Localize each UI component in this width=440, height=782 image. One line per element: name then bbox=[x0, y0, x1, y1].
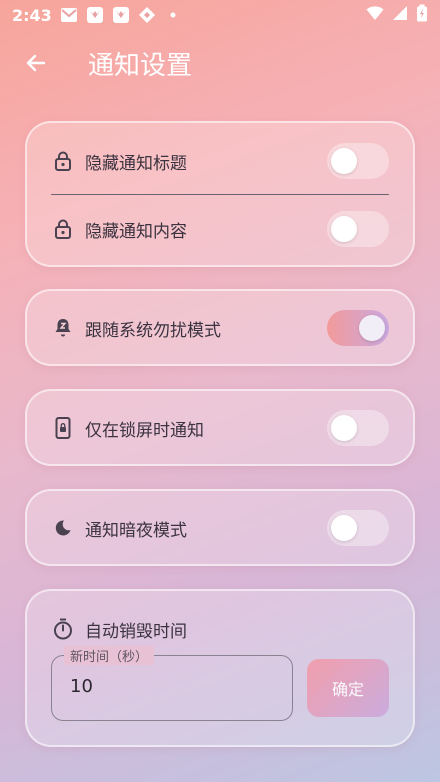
lock-screen-only-toggle[interactable] bbox=[327, 410, 389, 446]
setting-row-hide-content: 隐藏通知内容 bbox=[27, 207, 413, 251]
setting-label-night-mode: 通知暗夜模式 bbox=[85, 520, 187, 541]
bird-app-icon bbox=[86, 6, 104, 24]
auto-destroy-card: 自动销毁时间 新时间（秒） 确定 bbox=[25, 589, 415, 747]
hide-content-toggle[interactable] bbox=[327, 211, 389, 247]
status-bar: 2:43 bbox=[0, 0, 440, 30]
lock-icon bbox=[53, 151, 73, 171]
moon-icon bbox=[53, 518, 73, 538]
bird-app-icon-2 bbox=[112, 6, 130, 24]
battery-icon bbox=[416, 4, 428, 26]
privacy-card: 隐藏通知标题 隐藏通知内容 bbox=[25, 121, 415, 267]
setting-label-follow-dnd: 跟随系统勿扰模式 bbox=[85, 320, 221, 341]
setting-row-follow-dnd: 跟随系统勿扰模式 bbox=[27, 306, 413, 350]
hide-title-toggle[interactable] bbox=[327, 143, 389, 179]
mail-icon bbox=[60, 6, 78, 24]
wifi-icon bbox=[366, 5, 384, 25]
setting-row-hide-title: 隐藏通知标题 bbox=[27, 139, 413, 183]
destroy-time-field[interactable]: 新时间（秒） bbox=[51, 646, 293, 721]
confirm-button[interactable]: 确定 bbox=[307, 659, 389, 717]
night-mode-card: 通知暗夜模式 bbox=[25, 489, 415, 566]
dot-icon bbox=[164, 6, 182, 24]
status-time: 2:43 bbox=[12, 5, 52, 25]
setting-label-hide-title: 隐藏通知标题 bbox=[85, 153, 187, 174]
destroy-time-field-label: 新时间（秒） bbox=[64, 646, 155, 665]
divider bbox=[51, 194, 389, 195]
diamond-app-icon bbox=[138, 6, 156, 24]
setting-row-night-mode: 通知暗夜模式 bbox=[27, 506, 413, 550]
destroy-time-input[interactable] bbox=[70, 676, 270, 697]
bell-z-icon bbox=[53, 318, 73, 338]
toggle-knob bbox=[331, 515, 357, 541]
app-bar: 通知设置 bbox=[0, 30, 440, 96]
arrow-left-icon bbox=[26, 54, 46, 72]
toggle-knob bbox=[331, 216, 357, 242]
timer-icon bbox=[53, 618, 73, 640]
phone-lock-icon bbox=[53, 417, 73, 439]
toggle-knob bbox=[331, 148, 357, 174]
auto-destroy-label: 自动销毁时间 bbox=[85, 621, 187, 642]
page-title: 通知设置 bbox=[88, 50, 193, 81]
dnd-card: 跟随系统勿扰模式 bbox=[25, 289, 415, 366]
lock-icon bbox=[53, 219, 73, 239]
setting-label-lock-screen-only: 仅在锁屏时通知 bbox=[85, 420, 204, 441]
follow-dnd-toggle[interactable] bbox=[327, 310, 389, 346]
setting-row-lock-screen-only: 仅在锁屏时通知 bbox=[27, 406, 413, 450]
toggle-knob bbox=[359, 315, 385, 341]
back-button[interactable] bbox=[20, 47, 52, 79]
lockscreen-card: 仅在锁屏时通知 bbox=[25, 389, 415, 466]
auto-destroy-header: 自动销毁时间 bbox=[27, 607, 413, 651]
signal-icon bbox=[392, 5, 408, 25]
night-mode-toggle[interactable] bbox=[327, 510, 389, 546]
setting-label-hide-content: 隐藏通知内容 bbox=[85, 221, 187, 242]
toggle-knob bbox=[331, 415, 357, 441]
